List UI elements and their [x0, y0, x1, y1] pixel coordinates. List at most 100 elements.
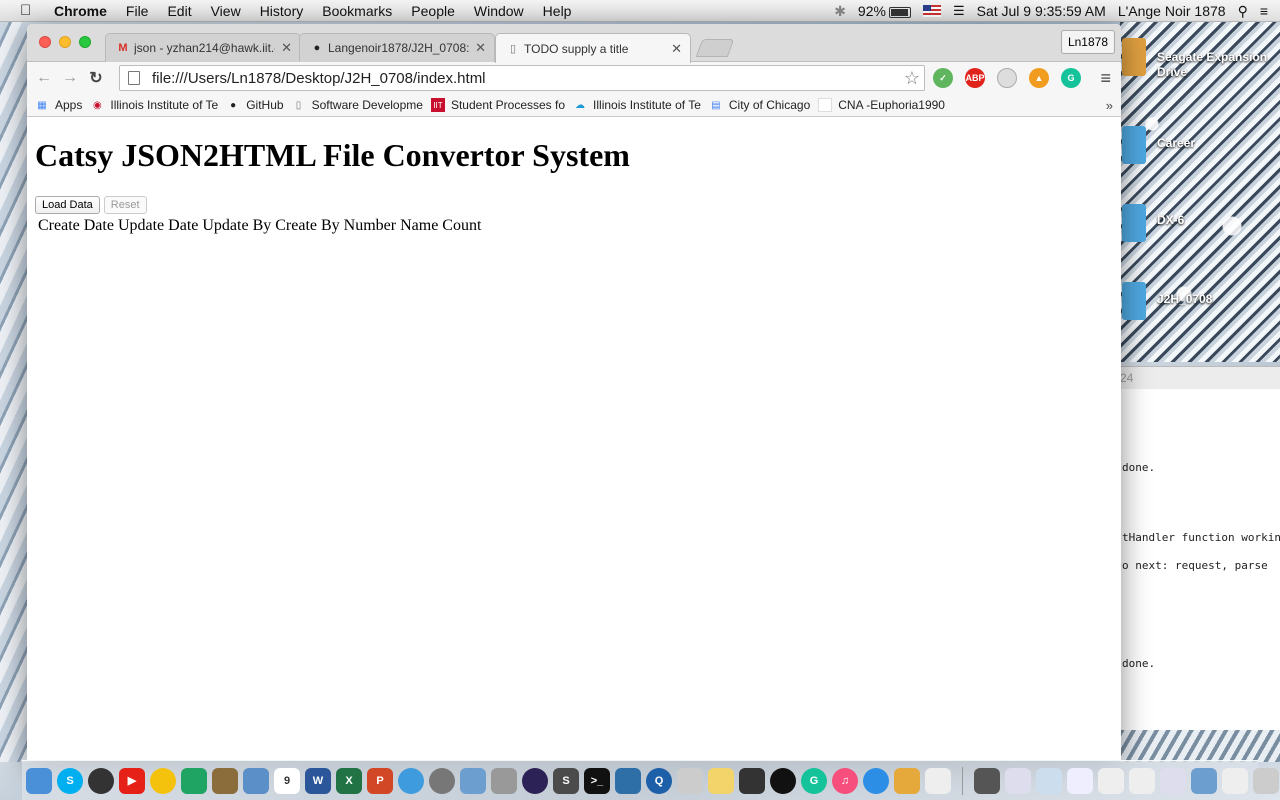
menu-user[interactable]: L'Ange Noir 1878	[1118, 3, 1226, 19]
menu-history[interactable]: History	[260, 3, 304, 19]
archive-icon[interactable]	[894, 767, 920, 794]
tab-gmail[interactable]: M json - yzhan214@hawk.iit.e ✕	[105, 33, 301, 62]
menu-bookmarks[interactable]: Bookmarks	[322, 3, 392, 19]
qq-icon[interactable]	[770, 767, 796, 794]
forward-arrow-icon[interactable]: →	[57, 69, 83, 87]
reset-button[interactable]: Reset	[103, 196, 147, 214]
minimized-window-icon[interactable]	[1067, 767, 1093, 794]
desktop-folder-icon[interactable]	[1122, 126, 1146, 164]
minimized-window-icon[interactable]	[1222, 767, 1248, 794]
word-icon[interactable]: W	[305, 767, 331, 794]
desktop-folder-icon[interactable]	[1122, 282, 1146, 320]
virtualbox-icon[interactable]	[460, 767, 486, 794]
notification-center-icon[interactable]: ≡	[1260, 3, 1268, 19]
menu-view[interactable]: View	[211, 3, 241, 19]
wifi-icon[interactable]: ☰	[953, 3, 965, 19]
menu-clock[interactable]: Sat Jul 9 9:35:59 AM	[977, 3, 1106, 19]
minimized-window-icon[interactable]	[1191, 767, 1217, 794]
menu-app-name[interactable]: Chrome	[54, 3, 107, 19]
minimized-window-icon[interactable]	[1129, 767, 1155, 794]
battery-status[interactable]: 92%	[858, 3, 911, 19]
close-tab-icon[interactable]: ✕	[671, 41, 682, 57]
desktop-drive-icon[interactable]	[1122, 38, 1146, 76]
back-arrow-icon[interactable]: ←	[31, 69, 57, 87]
extension-fire-icon[interactable]: ▲	[1029, 68, 1049, 88]
tab-github[interactable]: ● Langenoir1878/J2H_0708: ✕	[299, 33, 495, 62]
close-tab-icon[interactable]: ✕	[281, 40, 292, 56]
itunes-icon[interactable]: ♫	[832, 767, 858, 794]
reload-icon[interactable]: ↻	[83, 68, 109, 88]
google-drive-icon[interactable]	[181, 767, 207, 794]
system-preferences-icon[interactable]	[429, 767, 455, 794]
bookmark-iit-2[interactable]: ☁ Illinois Institute of Te	[573, 98, 701, 112]
adblock-icon[interactable]: ABP	[965, 68, 985, 88]
bookmark-star-icon[interactable]: ☆	[904, 68, 920, 89]
launchpad-icon[interactable]	[88, 767, 114, 794]
bookmark-label: CNA -Euphoria1990	[838, 98, 945, 112]
tab-active-todo[interactable]: ▯ TODO supply a title ✕	[495, 33, 691, 63]
terminal-window[interactable]: 24 done. tHandler function workin o next…	[1120, 366, 1280, 730]
bluetooth-icon[interactable]: ✱	[834, 3, 846, 20]
youtube-icon[interactable]: ▶	[119, 767, 145, 794]
minimized-window-icon[interactable]	[1036, 767, 1062, 794]
menu-window[interactable]: Window	[474, 3, 524, 19]
powerpoint-icon[interactable]: P	[367, 767, 393, 794]
safari-icon[interactable]	[863, 767, 889, 794]
menu-edit[interactable]: Edit	[167, 3, 191, 19]
load-data-button[interactable]: Load Data	[35, 196, 100, 214]
new-tab-button[interactable]	[695, 39, 735, 57]
minimized-window-icon[interactable]	[1098, 767, 1124, 794]
apple-menu-icon[interactable]: 	[20, 2, 38, 19]
finder-icon[interactable]	[26, 767, 52, 794]
url-text[interactable]: file:///Users/Ln1878/Desktop/J2H_0708/in…	[152, 70, 486, 87]
minimize-window-button[interactable]	[59, 36, 71, 48]
address-bar[interactable]: file:///Users/Ln1878/Desktop/J2H_0708/in…	[119, 65, 925, 91]
chrome-menu-icon[interactable]: ≡	[1100, 68, 1111, 89]
chrome-icon[interactable]	[150, 767, 176, 794]
minimized-window-icon[interactable]	[1005, 767, 1031, 794]
notes-icon[interactable]	[212, 767, 238, 794]
bookmark-iit-1[interactable]: ◉ Illinois Institute of Te	[90, 98, 218, 112]
mysql-workbench-icon[interactable]	[615, 767, 641, 794]
bookmark-apps[interactable]: ▦ Apps	[35, 98, 82, 112]
bookmark-chicago[interactable]: ▤ City of Chicago	[709, 98, 810, 112]
database-icon[interactable]	[491, 767, 517, 794]
stickies-icon[interactable]	[708, 767, 734, 794]
desktop-folder-icon[interactable]	[1122, 204, 1146, 242]
close-tab-icon[interactable]: ✕	[475, 40, 486, 56]
terminal-icon[interactable]: >_	[584, 767, 610, 794]
textedit-icon[interactable]	[925, 767, 951, 794]
calendar-icon[interactable]: 9	[274, 767, 300, 794]
grammarly-icon[interactable]: G	[801, 767, 827, 794]
bookmark-github[interactable]: ● GitHub	[226, 98, 283, 112]
button-row: Load Data Reset	[35, 196, 1121, 214]
scanner-icon[interactable]	[739, 767, 765, 794]
extension-check-icon[interactable]: ✓	[933, 68, 953, 88]
skype-icon[interactable]: S	[57, 767, 83, 794]
zoom-window-button[interactable]	[79, 36, 91, 48]
messages-icon[interactable]	[398, 767, 424, 794]
terminal-line: o next: request, parse	[1122, 559, 1268, 572]
bookmarks-overflow-icon[interactable]: »	[1106, 98, 1113, 113]
menu-people[interactable]: People	[411, 3, 455, 19]
excel-icon[interactable]: X	[336, 767, 362, 794]
close-window-button[interactable]	[39, 36, 51, 48]
xcode-icon[interactable]	[677, 767, 703, 794]
menu-help[interactable]: Help	[543, 3, 572, 19]
sublime-text-icon[interactable]: S	[553, 767, 579, 794]
eclipse-icon[interactable]	[522, 767, 548, 794]
bookmark-software-dev[interactable]: ▯ Software Developme	[292, 98, 423, 112]
minimized-window-icon[interactable]	[1160, 767, 1186, 794]
spotlight-search-icon[interactable]: ⚲	[1238, 3, 1248, 20]
profile-button[interactable]: Ln1878	[1060, 30, 1115, 54]
grammarly-icon[interactable]: G	[1061, 68, 1081, 88]
quicktime-icon[interactable]: Q	[646, 767, 672, 794]
bookmark-cna[interactable]: CNA -Euphoria1990	[818, 98, 945, 112]
trash-icon[interactable]	[1253, 767, 1279, 794]
input-source-flag-icon[interactable]	[922, 5, 941, 17]
menu-file[interactable]: File	[126, 3, 149, 19]
bookmark-student-processes[interactable]: IIT Student Processes fo	[430, 98, 565, 112]
minimized-window-icon[interactable]	[974, 767, 1000, 794]
extension-shield-icon[interactable]	[997, 68, 1017, 88]
preview-icon[interactable]	[243, 767, 269, 794]
